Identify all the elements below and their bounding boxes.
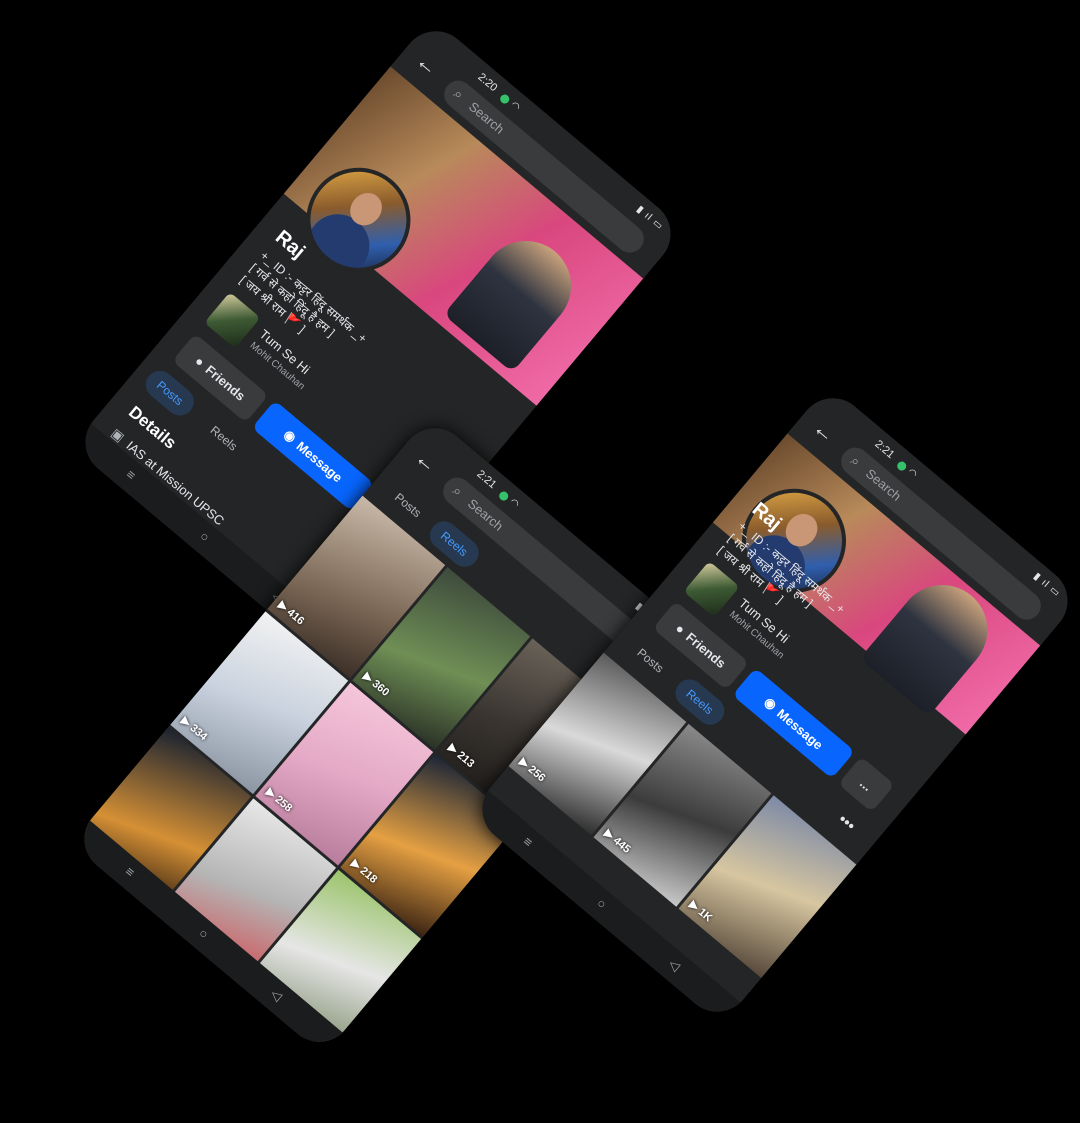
profile-music[interactable]: Tum Se Hi Mohit Chauhan (202, 292, 313, 392)
friends-label: Friends (683, 629, 730, 671)
search-icon: ⌕ (450, 85, 467, 103)
back-nav-icon[interactable]: ◁ (267, 986, 285, 1005)
more-label: ... (857, 775, 876, 794)
wifi-icon: ◠ (905, 466, 920, 481)
phone-profile-reels: 2:21 ◠ ▮ ıl ▭ ← ⌕ Search Raj +_ ID :- कट… (468, 384, 1080, 1026)
message-button[interactable]: ◉ Message (732, 667, 855, 779)
home-icon[interactable]: ○ (196, 925, 212, 942)
home-icon[interactable]: ○ (197, 528, 213, 545)
home-icon[interactable]: ○ (594, 895, 610, 912)
message-label: Message (293, 438, 346, 485)
profile-tabs: Posts Reels (377, 477, 485, 573)
music-thumbnail (204, 292, 261, 349)
message-label: Message (774, 705, 827, 753)
reel-view-count: ▶ 1K (686, 898, 715, 925)
status-time: 2:21 (474, 468, 499, 492)
search-icon: ⌕ (847, 452, 864, 470)
back-nav-icon[interactable]: ◁ (665, 956, 683, 975)
reel-view-count: ▶ 256 (516, 756, 548, 785)
reel-view-count: ▶ 445 (601, 827, 633, 856)
menu-icon[interactable]: ≡ (520, 834, 535, 850)
status-indicator-icon (498, 92, 512, 106)
status-time: 2:20 (475, 71, 500, 95)
menu-icon[interactable]: ≡ (123, 467, 138, 483)
wifi-icon: ◠ (507, 496, 522, 511)
more-options-icon[interactable]: ••• (834, 811, 859, 836)
profile-tabs: Posts Reels (139, 365, 240, 454)
status-indicator-icon (497, 489, 511, 503)
friends-label: Friends (202, 361, 249, 404)
menu-icon[interactable]: ≡ (122, 864, 137, 880)
messenger-icon: ◉ (280, 426, 300, 446)
status-indicator-icon (895, 459, 909, 473)
profile-tabs: Posts Reels (619, 632, 730, 731)
wifi-icon: ◠ (508, 99, 523, 114)
person-icon: ● (192, 352, 208, 370)
more-button[interactable]: ... (837, 756, 895, 813)
status-time: 2:21 (872, 438, 897, 462)
message-button[interactable]: ◉ Message (251, 400, 375, 512)
profile-music[interactable]: Tum Se Hi Mohit Chauhan (681, 560, 792, 661)
messenger-icon: ◉ (761, 693, 780, 713)
person-icon: ● (672, 620, 689, 637)
search-icon: ⌕ (449, 482, 466, 500)
